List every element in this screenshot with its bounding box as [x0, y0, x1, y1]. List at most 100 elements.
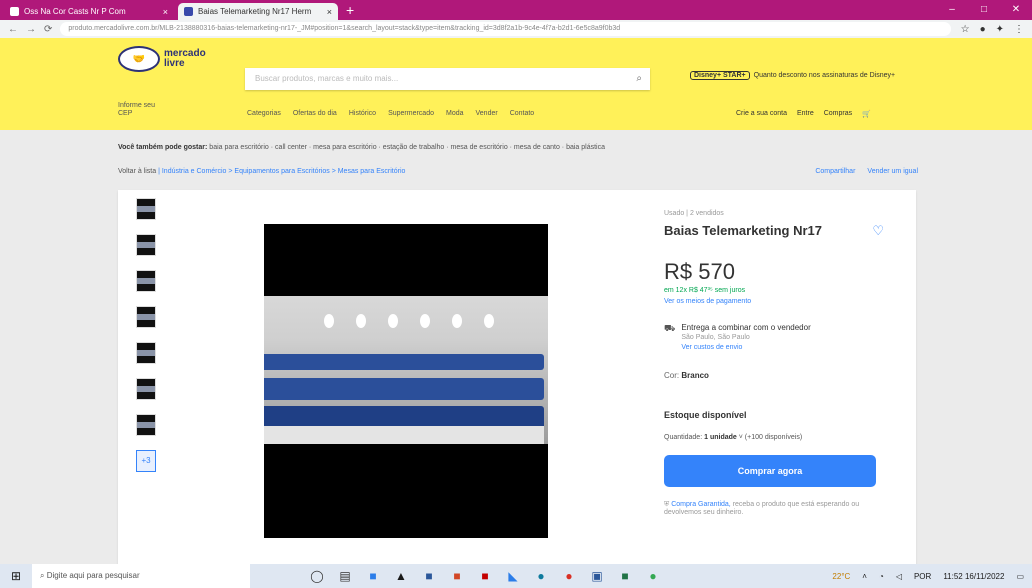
color-value: Branco — [681, 371, 709, 380]
more-photos-thumbnail[interactable]: +3 — [136, 450, 156, 472]
network-icon[interactable]: ◔ — [879, 572, 884, 581]
tab-favicon-icon — [10, 7, 19, 16]
breadcrumb-actions: Compartilhar Vender um igual — [815, 168, 918, 175]
store-icon[interactable]: ■ — [366, 569, 380, 583]
browser-tab-active[interactable]: Baias Telemarketing Nr17 Herm × — [178, 3, 338, 20]
word-icon[interactable]: ■ — [422, 569, 436, 583]
bookmark-star-icon[interactable]: ☆ — [961, 24, 970, 35]
nav-item-vender[interactable]: Vender — [476, 110, 498, 117]
clock-time: 11:52 — [943, 571, 963, 581]
tab-label: Baias Telemarketing Nr17 Herm — [198, 7, 312, 16]
main-product-image[interactable] — [264, 224, 548, 538]
nav-item-supermercado[interactable]: Supermercado — [388, 110, 434, 117]
promo-badge: Disney+ STAR+ — [690, 71, 750, 80]
thumbnail[interactable] — [136, 342, 156, 364]
file-explorer-icon[interactable]: ▤ — [338, 569, 352, 583]
favorite-heart-icon[interactable]: ♡ — [872, 223, 884, 239]
excel-icon[interactable]: ■ — [618, 569, 632, 583]
windows-start-icon[interactable]: ⊞ — [0, 569, 32, 583]
ceiling-lights — [324, 314, 494, 328]
breadcrumb: Voltar à lista | Indústria e Comércio > … — [118, 168, 406, 175]
share-link[interactable]: Compartilhar — [815, 168, 855, 175]
mail-icon[interactable]: ▲ — [394, 569, 408, 583]
browser-tab[interactable]: Oss Na Cor Casts Nr P Com × — [4, 3, 174, 20]
product-card: +3 Usado | 2 vendidos Baias Telemarketin… — [118, 190, 916, 570]
shipping-costs-link[interactable]: Ver custos de envio — [681, 344, 810, 351]
back-arrow-icon[interactable]: ← — [8, 24, 18, 35]
powerpoint-icon[interactable]: ■ — [450, 569, 464, 583]
tab-close-icon[interactable]: × — [327, 7, 332, 17]
guarantee-link[interactable]: Compra Garantida, — [671, 501, 731, 508]
quantity-value[interactable]: 1 unidade — [704, 434, 737, 441]
quantity-available: (+100 disponíveis) — [744, 434, 803, 441]
maps-icon[interactable]: ● — [646, 569, 660, 583]
app-icon[interactable]: ▣ — [590, 569, 604, 583]
address-bar[interactable]: produto.mercadolivre.com.br/MLB-21388803… — [60, 22, 951, 36]
nav-item-historico[interactable]: Histórico — [349, 110, 376, 117]
maximize-button[interactable]: □ — [968, 0, 1000, 20]
taskbar-apps: ◯ ▤ ■ ▲ ■ ■ ■ ◣ ● ● ▣ ■ ● — [310, 569, 660, 583]
nav-item-ofertas[interactable]: Ofertas do dia — [293, 110, 337, 117]
clock[interactable]: 11:52 16/11/2022 — [943, 572, 1004, 581]
language-indicator[interactable]: POR — [914, 572, 931, 581]
chevron-down-icon[interactable]: ˅ — [739, 434, 743, 441]
notifications-icon[interactable]: ▭ — [1016, 572, 1024, 581]
user-nav: Crie a sua conta Entre Compras 🛒 — [736, 110, 871, 118]
menu-dots-icon[interactable]: ⋮ — [1014, 24, 1024, 35]
window-controls: – □ ✕ — [936, 0, 1032, 20]
quantity-selector[interactable]: Quantidade: 1 unidade ˅ (+100 disponívei… — [664, 434, 896, 441]
thumbnail[interactable] — [136, 234, 156, 256]
search-input[interactable]: Buscar produtos, marcas e muito mais... … — [245, 68, 650, 90]
related-links[interactable]: baia para escritório · call center · mes… — [209, 144, 605, 151]
thumbnail[interactable] — [136, 270, 156, 292]
back-to-list-link[interactable]: Voltar à lista — [118, 168, 156, 175]
login-link[interactable]: Entre — [797, 110, 814, 118]
workstation-row — [264, 378, 544, 400]
handshake-logo-icon: 🤝 — [118, 46, 160, 72]
chevron-up-icon[interactable]: ˄ — [862, 572, 867, 581]
promo-banner[interactable]: Disney+ STAR+ Quanto desconto nos assina… — [690, 71, 895, 80]
weather-widget[interactable]: 22°C — [832, 572, 850, 581]
thumbnail[interactable] — [136, 198, 156, 220]
shipping-title: Entrega a combinar com o vendedor — [681, 323, 811, 332]
nav-item-moda[interactable]: Moda — [446, 110, 464, 117]
close-window-button[interactable]: ✕ — [1000, 0, 1032, 20]
thumbnail[interactable] — [136, 306, 156, 328]
quantity-label: Quantidade: — [664, 434, 703, 441]
shipping-location: São Paulo, São Paulo — [681, 334, 750, 341]
chrome-icon[interactable]: ● — [562, 569, 576, 583]
edge-icon[interactable]: ● — [534, 569, 548, 583]
taskbar-search-input[interactable]: ⌕ Digite aqui para pesquisar — [32, 564, 250, 588]
minimize-button[interactable]: – — [936, 0, 968, 20]
tab-close-icon[interactable]: × — [163, 7, 168, 17]
puzzle-icon[interactable]: ✦ — [996, 24, 1004, 35]
purchases-link[interactable]: Compras — [824, 110, 852, 118]
chart-app-icon[interactable]: ◣ — [506, 569, 520, 583]
buy-now-button[interactable]: Comprar agora — [664, 455, 876, 487]
category-path-link[interactable]: Indústria e Comércio > Equipamentos para… — [162, 168, 406, 175]
browser-nav: ← → ⟳ — [0, 24, 60, 35]
reload-icon[interactable]: ⟳ — [44, 24, 52, 35]
forward-arrow-icon[interactable]: → — [26, 24, 36, 35]
stock-status: Estoque disponível — [664, 410, 747, 420]
thumbnail[interactable] — [136, 378, 156, 400]
search-icon[interactable]: ⌕ — [636, 68, 642, 90]
volume-icon[interactable]: ◁ — [896, 572, 902, 581]
nav-item-categorias[interactable]: Categorias — [247, 110, 281, 117]
acrobat-icon[interactable]: ■ — [478, 569, 492, 583]
create-account-link[interactable]: Crie a sua conta — [736, 110, 787, 118]
payment-methods-link[interactable]: Ver os meios de pagamento — [664, 298, 896, 305]
extensions: ☆ ● ✦ ⋮ — [961, 24, 1032, 35]
site-logo[interactable]: 🤝 mercado livre — [118, 46, 206, 72]
thumbnail[interactable] — [136, 414, 156, 436]
shipping-info: ⛟ Entrega a combinar com o vendedor São … — [664, 323, 896, 351]
new-tab-button[interactable]: + — [346, 2, 354, 18]
cart-icon[interactable]: 🛒 — [862, 110, 871, 118]
location-selector[interactable]: Informe seu CEP — [118, 102, 155, 118]
extension-icon[interactable]: ● — [980, 24, 986, 35]
site-header: 🤝 mercado livre Buscar produtos, marcas … — [0, 38, 1032, 130]
call-center-photo — [264, 296, 548, 444]
nav-item-contato[interactable]: Contato — [510, 110, 535, 117]
sell-one-link[interactable]: Vender um igual — [867, 168, 918, 175]
task-view-icon[interactable]: ◯ — [310, 569, 324, 583]
